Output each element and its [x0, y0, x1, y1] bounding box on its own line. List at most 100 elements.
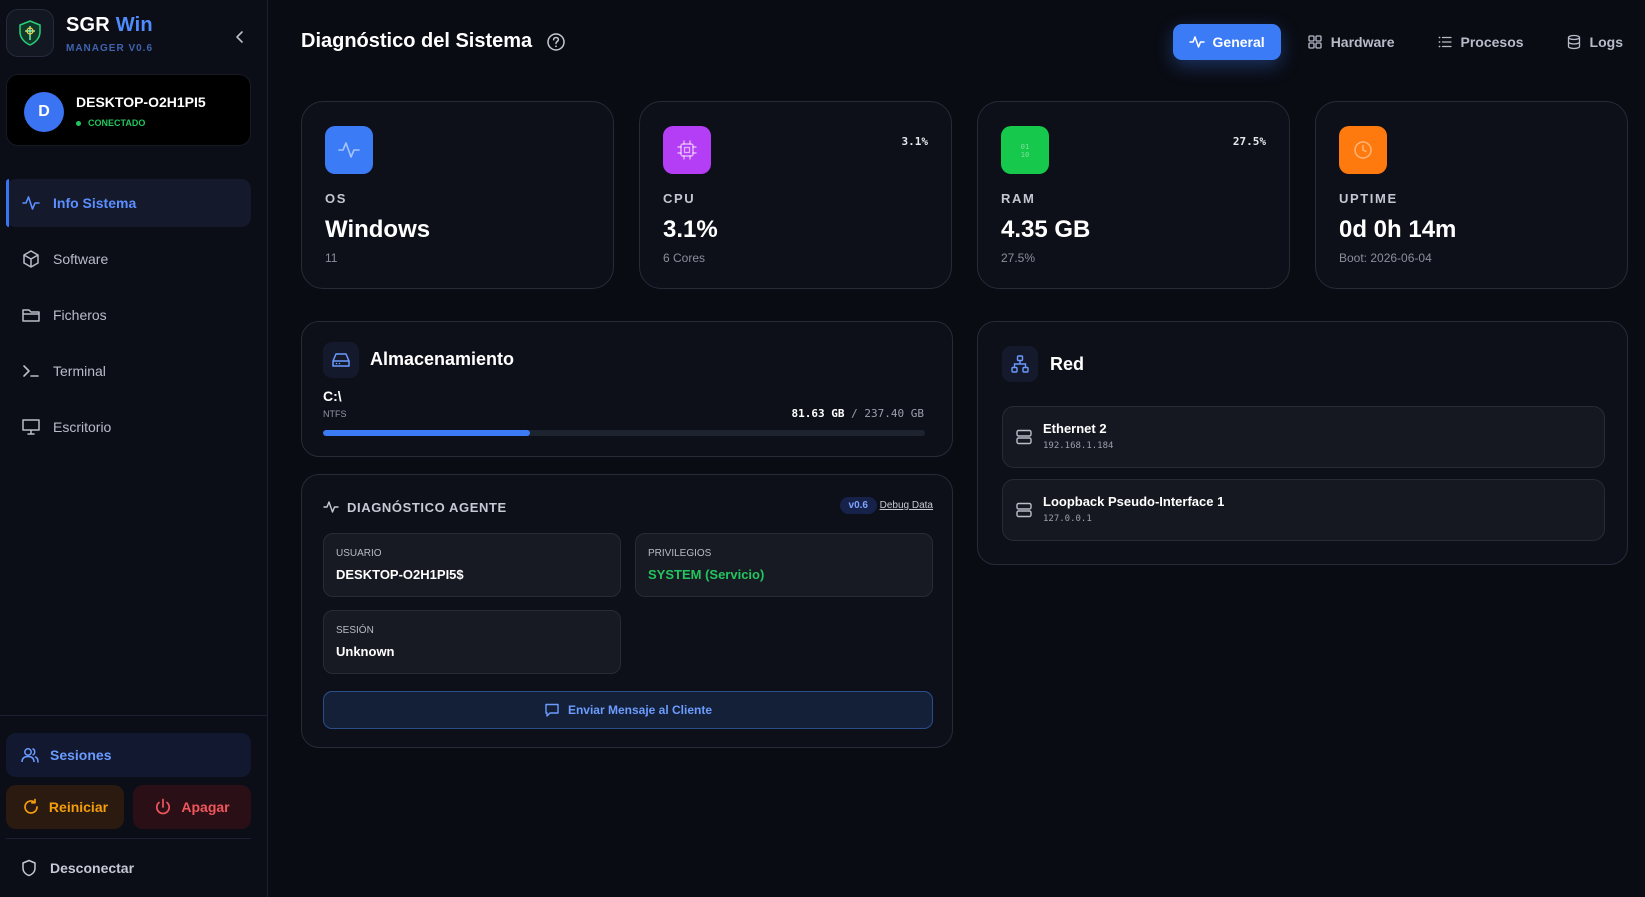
drive-usage: 81.63 GB / 237.40 GB — [791, 407, 924, 420]
user-label: USUARIO — [336, 548, 382, 559]
sidebar-item-label: Info Sistema — [53, 195, 137, 211]
sidebar-item-ficheros[interactable]: Ficheros — [6, 291, 251, 339]
uptime-card: UPTIME 0d 0h 14m Boot: 2026-06-04 — [1315, 101, 1628, 289]
sidebar-item-info-sistema[interactable]: Info Sistema — [6, 179, 251, 227]
collapse-sidebar-button[interactable] — [228, 25, 252, 49]
brand-name: SGR Win — [66, 14, 153, 36]
ram-card-icon: 01 10 — [1001, 126, 1049, 174]
interface-name: Ethernet 2 — [1043, 421, 1107, 436]
privileges-label: PRIVILEGIOS — [648, 548, 712, 559]
os-card-icon — [325, 126, 373, 174]
device-card[interactable]: D DESKTOP-O2H1PI5 CONECTADO — [6, 74, 251, 146]
clock-icon — [1354, 141, 1372, 159]
sidebar-item-label: Software — [53, 251, 109, 267]
shield-logo-icon — [19, 20, 41, 46]
tab-procesos[interactable]: Procesos — [1421, 24, 1540, 60]
agent-diagnostic-panel: DIAGNÓSTICO AGENTE v0.6 Debug Data USUAR… — [301, 474, 953, 748]
interface-name: Loopback Pseudo-Interface 1 — [1043, 494, 1225, 509]
brand: SGR Win MANAGER V0.6 — [6, 9, 260, 59]
device-avatar: D — [24, 92, 64, 132]
sessions-button[interactable]: Sesiones — [6, 733, 251, 777]
storage-panel: Almacenamiento C:\ NTFS 81.63 GB / 237.4… — [301, 321, 953, 457]
sidebar-item-label: Escritorio — [53, 419, 112, 435]
os-value: Windows — [325, 216, 431, 243]
tab-general[interactable]: General — [1172, 24, 1281, 60]
refresh-icon — [24, 798, 38, 814]
database-icon — [1567, 34, 1580, 50]
privileges-info-box: PRIVILEGIOS SYSTEM (Servicio) — [635, 533, 933, 597]
drive-filesystem: NTFS — [323, 409, 347, 419]
folder-icon — [22, 309, 40, 322]
privileges-value: SYSTEM (Servicio) — [648, 567, 765, 582]
cpu-label: CPU — [663, 191, 696, 206]
activity-icon — [22, 196, 40, 210]
cpu-value: 3.1% — [663, 216, 718, 243]
svg-text:01: 01 — [1021, 143, 1029, 151]
hard-drive-icon — [332, 353, 350, 367]
status-dot-icon — [76, 120, 81, 126]
ram-card: 01 10 27.5% RAM 4.35 GB 27.5% — [977, 101, 1290, 289]
drive-usage-bar — [323, 430, 925, 436]
cpu-card: 3.1% CPU 3.1% 6 Cores — [639, 101, 952, 289]
interface-ip: 127.0.0.1 — [1043, 514, 1092, 524]
uptime-label: UPTIME — [1339, 191, 1398, 206]
sidebar-item-terminal[interactable]: Terminal — [6, 347, 251, 395]
cpu-card-icon — [663, 126, 711, 174]
disconnect-button[interactable]: Desconectar — [6, 848, 251, 888]
network-panel: Red Ethernet 2 192.168.1.184 Loopback Ps… — [977, 321, 1628, 565]
storage-title: Almacenamiento — [370, 349, 515, 369]
drive-usage-fill — [323, 430, 531, 436]
sidebar-item-label: Terminal — [53, 363, 106, 379]
device-name: DESKTOP-O2H1PI5 — [76, 94, 206, 110]
page-title: Diagnóstico del Sistema — [301, 30, 533, 52]
brand-subtitle: MANAGER V0.6 — [66, 43, 154, 54]
server-icon — [1016, 429, 1032, 445]
connection-status: CONECTADO — [76, 118, 145, 128]
cpu-icon — [677, 140, 697, 160]
ram-label: RAM — [1001, 191, 1036, 206]
activity-icon — [1188, 36, 1205, 48]
ram-value: 4.35 GB — [1001, 216, 1091, 243]
binary-icon: 01 10 — [1021, 143, 1029, 159]
network-icon-box — [1002, 346, 1038, 382]
user-info-box: USUARIO DESKTOP-O2H1PI5$ — [323, 533, 621, 597]
tab-hardware[interactable]: Hardware — [1291, 24, 1411, 60]
cpu-percent-badge: 3.1% — [901, 135, 929, 148]
restart-button[interactable]: Reiniciar — [6, 785, 124, 829]
package-icon — [23, 250, 39, 268]
chevron-left-icon — [236, 31, 243, 43]
ram-percent: 27.5% — [1001, 251, 1036, 265]
sidebar: SGR Win MANAGER V0.6 D DESKTOP-O2H1PI5 C… — [0, 0, 268, 897]
debug-data-link[interactable]: Debug Data — [880, 500, 933, 511]
sidebar-nav: Info Sistema Software Ficheros Terminal … — [6, 179, 251, 459]
send-message-button[interactable]: Enviar Mensaje al Cliente — [323, 691, 933, 729]
terminal-icon — [23, 365, 39, 377]
sidebar-item-label: Ficheros — [53, 307, 107, 323]
view-tabs: General Hardware Procesos Logs — [1172, 24, 1639, 60]
storage-icon-box — [323, 342, 359, 378]
os-card: OS Windows 11 — [301, 101, 614, 289]
network-title: Red — [1050, 354, 1085, 374]
divider — [6, 838, 251, 839]
session-value: Unknown — [336, 644, 395, 659]
shield-icon — [22, 859, 36, 877]
users-icon — [21, 748, 39, 763]
user-value: DESKTOP-O2H1PI5$ — [336, 567, 464, 582]
session-info-box: SESIÓN Unknown — [323, 610, 621, 674]
power-off-button[interactable]: Apagar — [133, 785, 251, 829]
cpu-cores: 6 Cores — [663, 251, 706, 265]
network-interface-item: Loopback Pseudo-Interface 1 127.0.0.1 — [1002, 479, 1605, 541]
server-icon — [1016, 502, 1032, 518]
interface-ip: 192.168.1.184 — [1043, 441, 1114, 451]
tab-logs[interactable]: Logs — [1550, 24, 1639, 60]
network-interface-item: Ethernet 2 192.168.1.184 — [1002, 406, 1605, 468]
help-icon[interactable] — [546, 32, 566, 52]
message-square-icon — [545, 703, 559, 717]
drive-letter: C:\ — [323, 388, 342, 404]
uptime-value: 0d 0h 14m — [1339, 216, 1457, 243]
network-icon — [1011, 355, 1029, 373]
list-icon — [1438, 36, 1452, 48]
app-logo — [6, 9, 54, 57]
sidebar-item-escritorio[interactable]: Escritorio — [6, 403, 251, 451]
sidebar-item-software[interactable]: Software — [6, 235, 251, 283]
